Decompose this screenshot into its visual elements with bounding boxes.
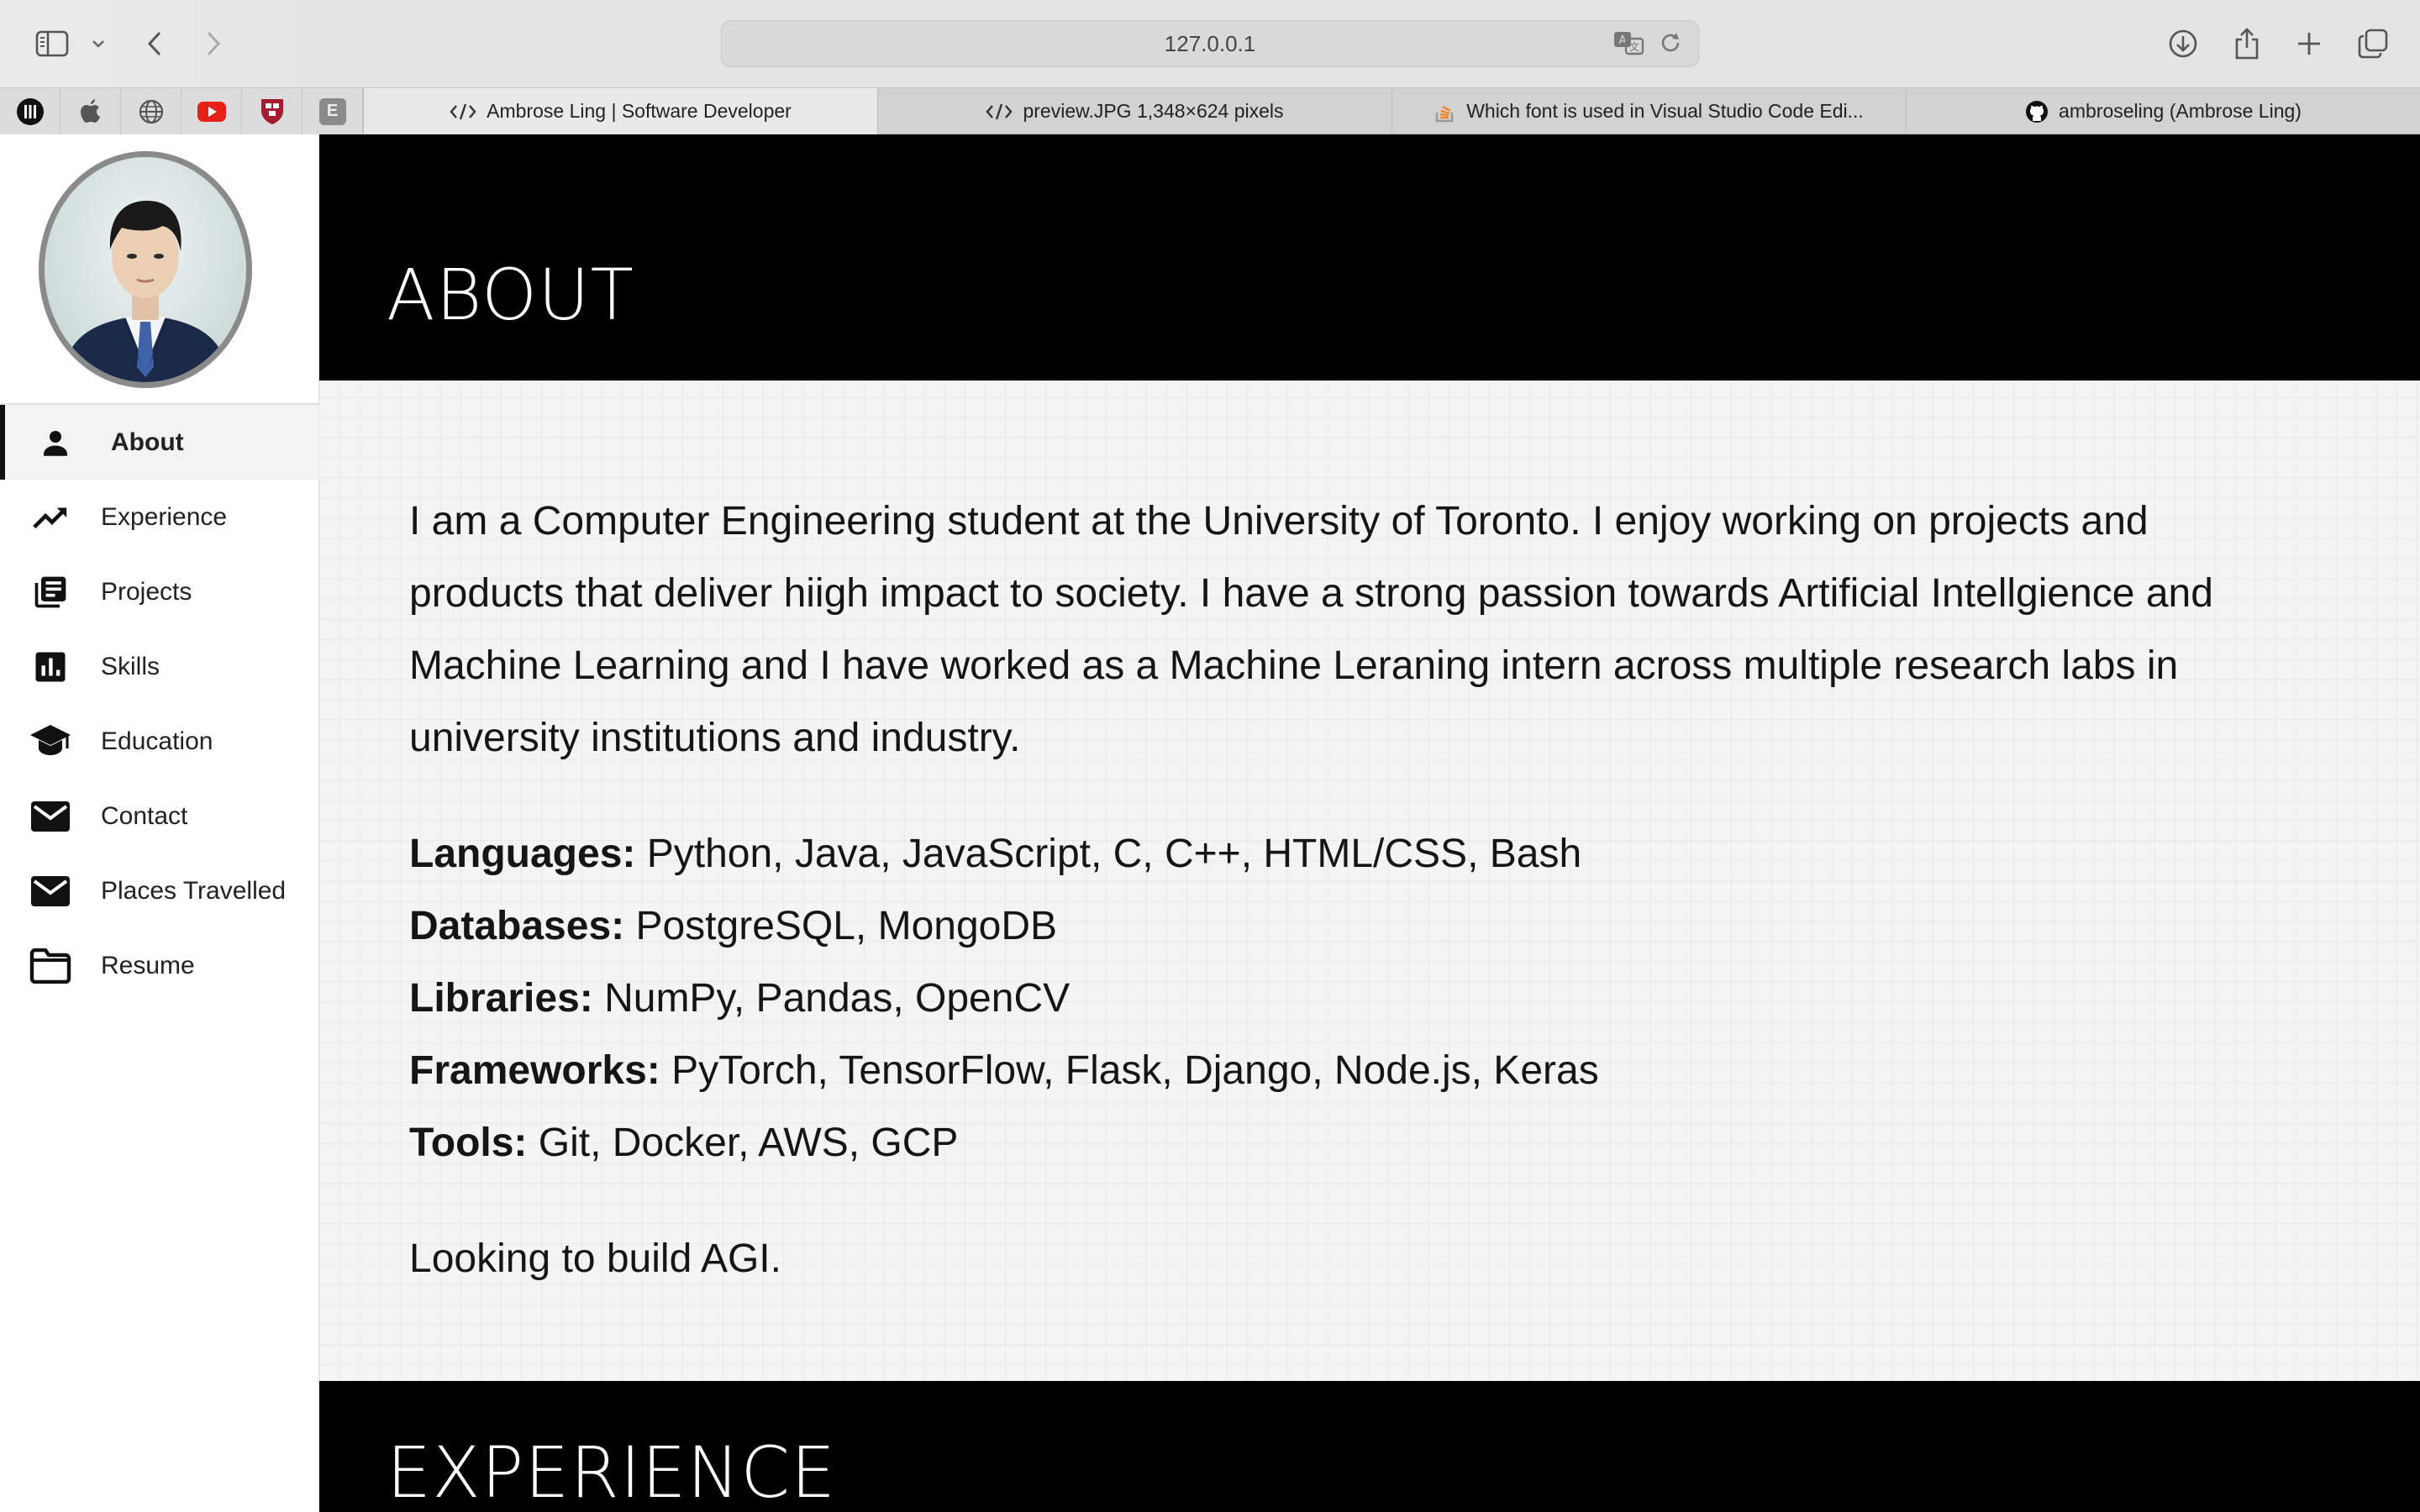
chevron-down-icon[interactable]: [87, 22, 109, 66]
skill-row-databases: Databases: PostgreSQL, MongoDB: [409, 904, 1058, 948]
mail-icon: [27, 795, 74, 837]
github-icon: [2025, 100, 2049, 123]
about-bio: I am a Computer Engineering student at t…: [409, 499, 2213, 760]
download-icon[interactable]: [2165, 22, 2202, 66]
podcast-icon[interactable]: [0, 88, 60, 134]
address-bar[interactable]: 127.0.0.1 A文: [721, 20, 1699, 67]
forward-icon[interactable]: [198, 22, 229, 66]
web-page: About Experience Projects Skills Educati: [0, 134, 2420, 1512]
new-tab-icon[interactable]: [2291, 22, 2328, 66]
sidebar-item-education[interactable]: Education: [0, 704, 319, 779]
person-icon: [32, 422, 79, 464]
code-icon: [450, 102, 476, 121]
harvard-shield-icon[interactable]: [242, 88, 302, 134]
share-icon[interactable]: [2228, 22, 2265, 66]
library-books-icon: [27, 571, 74, 613]
skill-row-frameworks: Frameworks: PyTorch, TensorFlow, Flask, …: [409, 1048, 1599, 1093]
sidebar-item-about[interactable]: About: [0, 405, 319, 480]
url-text: 127.0.0.1: [1164, 30, 1256, 56]
main-content: ABOUT I am a Computer Engineering studen…: [319, 134, 2420, 1512]
skill-row-tools: Tools: Git, Docker, AWS, GCP: [409, 1121, 959, 1165]
translate-icon[interactable]: A文: [1612, 29, 1646, 62]
experience-title: EXPERIENCE: [387, 1431, 837, 1512]
skills-list: Languages: Python, Java, JavaScript, C, …: [409, 818, 2308, 1179]
stackoverflow-icon: [1434, 100, 1456, 123]
sidebar-item-contact[interactable]: Contact: [0, 779, 319, 853]
about-section-header: ABOUT: [319, 134, 2420, 381]
sidebar-item-experience[interactable]: Experience: [0, 480, 319, 554]
about-section: I am a Computer Engineering student at t…: [409, 486, 2308, 1295]
skill-row-languages: Languages: Python, Java, JavaScript, C, …: [409, 832, 1582, 876]
sidebar-toggle-icon[interactable]: [32, 22, 72, 66]
tab-overview-icon[interactable]: [2354, 22, 2391, 66]
back-icon[interactable]: [139, 22, 170, 66]
reload-icon[interactable]: [1658, 30, 1683, 61]
folder-icon: [27, 945, 74, 987]
experience-section-header: EXPERIENCE: [319, 1381, 2420, 1512]
tab-ambrose-ling[interactable]: Ambrose Ling | Software Developer: [363, 88, 877, 134]
globe-icon[interactable]: [121, 88, 182, 134]
trending-up-icon: [27, 496, 74, 538]
skill-row-libraries: Libraries: NumPy, Pandas, OpenCV: [409, 976, 1071, 1021]
sidebar-item-places-travelled[interactable]: Places Travelled: [0, 853, 319, 928]
svg-text:文: 文: [1629, 40, 1639, 53]
about-tagline: Looking to build AGI.: [409, 1236, 781, 1281]
about-title: ABOUT: [387, 254, 634, 336]
sidebar-item-projects[interactable]: Projects: [0, 554, 319, 629]
bar-chart-icon: [27, 646, 74, 688]
tab-github[interactable]: ambroseling (Ambrose Ling): [1906, 88, 2420, 134]
tab-stackoverflow[interactable]: Which font is used in Visual Studio Code…: [1392, 88, 1906, 134]
avatar: [39, 151, 252, 388]
sidebar-item-resume[interactable]: Resume: [0, 928, 319, 1003]
youtube-icon[interactable]: [182, 88, 242, 134]
e-letter-icon[interactable]: E: [302, 88, 363, 134]
sidebar-item-skills[interactable]: Skills: [0, 629, 319, 704]
tab-preview-jpg[interactable]: preview.JPG 1,348×624 pixels: [877, 88, 1392, 134]
favorites-bar: E: [0, 88, 363, 134]
graduation-cap-icon: [27, 721, 74, 763]
browser-toolbar: 127.0.0.1 A文: [0, 0, 2420, 87]
code-icon: [986, 102, 1013, 121]
tab-bar: E Ambrose Ling | Software Developer prev…: [0, 87, 2420, 134]
mail-icon: [27, 870, 74, 912]
sidebar: About Experience Projects Skills Educati: [0, 134, 319, 1512]
apple-icon[interactable]: [60, 88, 121, 134]
